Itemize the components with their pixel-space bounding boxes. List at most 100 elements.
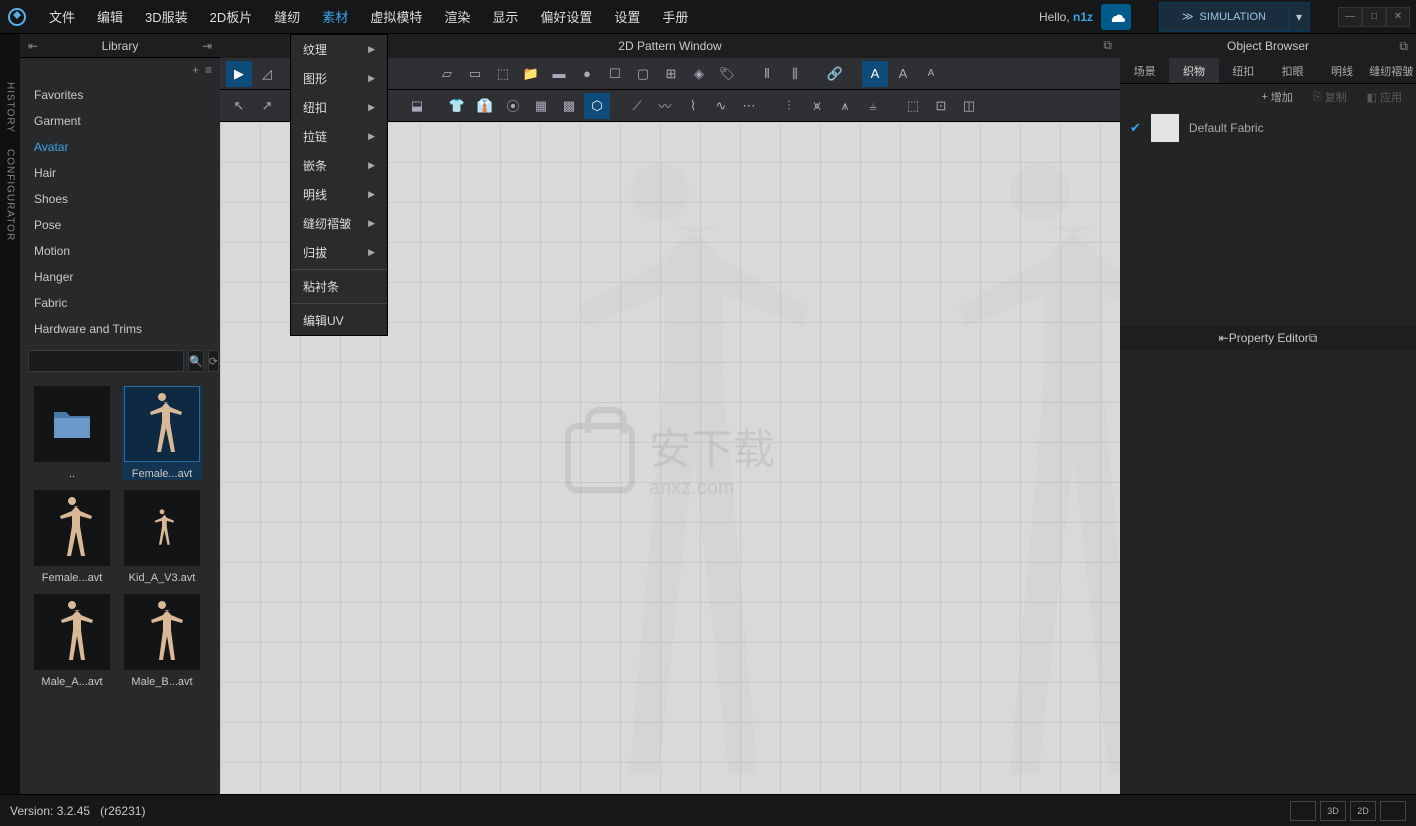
lib-thumb-male-b[interactable]: Male_B...avt bbox=[122, 594, 202, 688]
popout-icon[interactable]: ⧉ bbox=[1399, 39, 1408, 54]
tool-grid[interactable]: ⊞ bbox=[658, 61, 684, 87]
tool-dash[interactable]: ⋯ bbox=[736, 93, 762, 119]
ob-tab-fabric[interactable]: 织物 bbox=[1169, 58, 1218, 83]
tool-stitch2[interactable]: ⩙ bbox=[804, 93, 830, 119]
lib-thumb-female1[interactable]: Female...avt bbox=[122, 386, 202, 480]
tool-outline[interactable]: ▢ bbox=[630, 61, 656, 87]
copy-fabric-button[interactable]: ⎘复制 bbox=[1305, 86, 1355, 108]
tool-folder[interactable]: 📁 bbox=[518, 61, 544, 87]
lib-cat-hanger[interactable]: Hanger bbox=[20, 264, 220, 290]
lib-thumb-kid[interactable]: Kid_A_V3.avt bbox=[122, 490, 202, 584]
add-favorite-icon[interactable]: + bbox=[192, 63, 199, 77]
menu-settings[interactable]: 设置 bbox=[603, 0, 651, 34]
ob-tab-topstitch[interactable]: 明线 bbox=[1317, 58, 1366, 83]
dd-steam[interactable]: 归拔▶ bbox=[291, 238, 387, 267]
tool-tag[interactable]: 🏷 bbox=[714, 61, 740, 87]
tool-pattern2[interactable]: ▩ bbox=[556, 93, 582, 119]
lib-cat-fabric[interactable]: Fabric bbox=[20, 290, 220, 316]
popout-icon[interactable]: ⧉ bbox=[1103, 38, 1112, 53]
tool-arrow1[interactable]: ↖ bbox=[226, 93, 252, 119]
ob-tab-scene[interactable]: 场景 bbox=[1120, 58, 1169, 83]
lib-cat-favorites[interactable]: Favorites bbox=[20, 82, 220, 108]
sb-mode-0[interactable] bbox=[1290, 801, 1316, 821]
lib-thumb-female2[interactable]: Female...avt bbox=[32, 490, 112, 584]
tool-curve4[interactable]: ∿ bbox=[708, 93, 734, 119]
dd-edit-uv[interactable]: 编辑UV bbox=[291, 306, 387, 335]
library-search-input[interactable] bbox=[28, 350, 184, 372]
ob-tab-button[interactable]: 纽扣 bbox=[1219, 58, 1268, 83]
search-icon[interactable]: 🔍 bbox=[188, 350, 204, 372]
simulation-dropdown[interactable]: ▾ bbox=[1288, 2, 1310, 32]
tool-pattern1[interactable]: ▦ bbox=[528, 93, 554, 119]
menu-2d-pattern[interactable]: 2D板片 bbox=[199, 0, 264, 34]
apply-fabric-button[interactable]: ◧应用 bbox=[1359, 86, 1410, 108]
dd-graphic[interactable]: 图形▶ bbox=[291, 64, 387, 93]
menu-3d-garment[interactable]: 3D服装 bbox=[134, 0, 199, 34]
username[interactable]: n1z bbox=[1073, 10, 1093, 24]
lib-cat-shoes[interactable]: Shoes bbox=[20, 186, 220, 212]
tool-align-v[interactable]: ⫼ bbox=[782, 61, 808, 87]
fabric-item[interactable]: ✔ Default Fabric bbox=[1120, 110, 1416, 146]
tool-stitch4[interactable]: ⫨ bbox=[860, 93, 886, 119]
refresh-icon[interactable]: ⟳ bbox=[208, 350, 219, 372]
ob-tab-buttonhole[interactable]: 扣眼 bbox=[1268, 58, 1317, 83]
lib-cat-hardware[interactable]: Hardware and Trims bbox=[20, 316, 220, 342]
tool-transform[interactable]: ◿ bbox=[254, 61, 280, 87]
menu-manual[interactable]: 手册 bbox=[651, 0, 699, 34]
tool-link[interactable]: 🔗 bbox=[822, 61, 848, 87]
tool-trace[interactable]: ◈ bbox=[686, 61, 712, 87]
tool-text-small[interactable]: A bbox=[918, 61, 944, 87]
tool-stitch1[interactable]: ⫶ bbox=[776, 93, 802, 119]
popout-icon[interactable]: ⧉ bbox=[1309, 331, 1318, 346]
tool-align-h[interactable]: ⦀ bbox=[754, 61, 780, 87]
forward-icon[interactable]: ⇥ bbox=[202, 39, 212, 53]
lib-cat-pose[interactable]: Pose bbox=[20, 212, 220, 238]
dd-zipper[interactable]: 拉链▶ bbox=[291, 122, 387, 151]
tool-text-a[interactable]: A bbox=[890, 61, 916, 87]
tool-stitch3[interactable]: ⩚ bbox=[832, 93, 858, 119]
menu-display[interactable]: 显示 bbox=[481, 0, 529, 34]
close-button[interactable]: ✕ bbox=[1386, 7, 1410, 27]
menu-sewing[interactable]: 缝纫 bbox=[263, 0, 311, 34]
side-tab-configurator[interactable]: CONFIGURATOR bbox=[2, 141, 19, 249]
lib-cat-motion[interactable]: Motion bbox=[20, 238, 220, 264]
dd-texture[interactable]: 纹理▶ bbox=[291, 35, 387, 64]
tool-shirt1[interactable]: 👕 bbox=[444, 93, 470, 119]
tool-box[interactable]: ☐ bbox=[602, 61, 628, 87]
tool-select[interactable]: ▶ bbox=[226, 61, 252, 87]
tool-annotation-a[interactable]: A bbox=[862, 61, 888, 87]
tool-rectangle[interactable]: ▭ bbox=[462, 61, 488, 87]
dd-topstitch[interactable]: 明线▶ bbox=[291, 180, 387, 209]
tool-shirt2[interactable]: 👔 bbox=[472, 93, 498, 119]
menu-edit[interactable]: 编辑 bbox=[86, 0, 134, 34]
side-tab-history[interactable]: HISTORY bbox=[2, 74, 19, 141]
tool-uv2[interactable]: ⊡ bbox=[928, 93, 954, 119]
sb-mode-3d[interactable]: 3D bbox=[1320, 801, 1346, 821]
minimize-button[interactable]: — bbox=[1338, 7, 1362, 27]
tool-pattern3[interactable]: ⬡ bbox=[584, 93, 610, 119]
menu-icon[interactable]: ≡ bbox=[205, 63, 212, 77]
dd-bond[interactable]: 粘衬条 bbox=[291, 272, 387, 301]
menu-file[interactable]: 文件 bbox=[38, 0, 86, 34]
menu-avatar[interactable]: 虚拟模特 bbox=[359, 0, 433, 34]
tool-uv3[interactable]: ◫ bbox=[956, 93, 982, 119]
tool-curve3[interactable]: ⌇ bbox=[680, 93, 706, 119]
maximize-button[interactable]: □ bbox=[1362, 7, 1386, 27]
dd-piping[interactable]: 嵌条▶ bbox=[291, 151, 387, 180]
tool-internal[interactable]: ⬚ bbox=[490, 61, 516, 87]
dd-pucker[interactable]: 缝纫褶皱▶ bbox=[291, 209, 387, 238]
ob-tab-pucker[interactable]: 缝纫褶皱 bbox=[1367, 58, 1416, 83]
simulation-mode-button[interactable]: ≫ SIMULATION bbox=[1159, 2, 1289, 32]
menu-preferences[interactable]: 偏好设置 bbox=[529, 0, 603, 34]
lib-cat-garment[interactable]: Garment bbox=[20, 108, 220, 134]
tool-arrow2[interactable]: ↗ bbox=[254, 93, 280, 119]
lib-cat-hair[interactable]: Hair bbox=[20, 160, 220, 186]
tool-iron[interactable]: ⬓ bbox=[404, 93, 430, 119]
back-icon[interactable]: ⇤ bbox=[28, 39, 38, 53]
add-fabric-button[interactable]: +增加 bbox=[1253, 86, 1300, 108]
dd-button[interactable]: 纽扣▶ bbox=[291, 93, 387, 122]
lib-thumb-male-a[interactable]: Male_A...avt bbox=[32, 594, 112, 688]
collapse-icon[interactable]: ⇤ bbox=[1219, 331, 1229, 345]
menu-render[interactable]: 渲染 bbox=[433, 0, 481, 34]
tool-curve2[interactable]: 〰 bbox=[652, 93, 678, 119]
